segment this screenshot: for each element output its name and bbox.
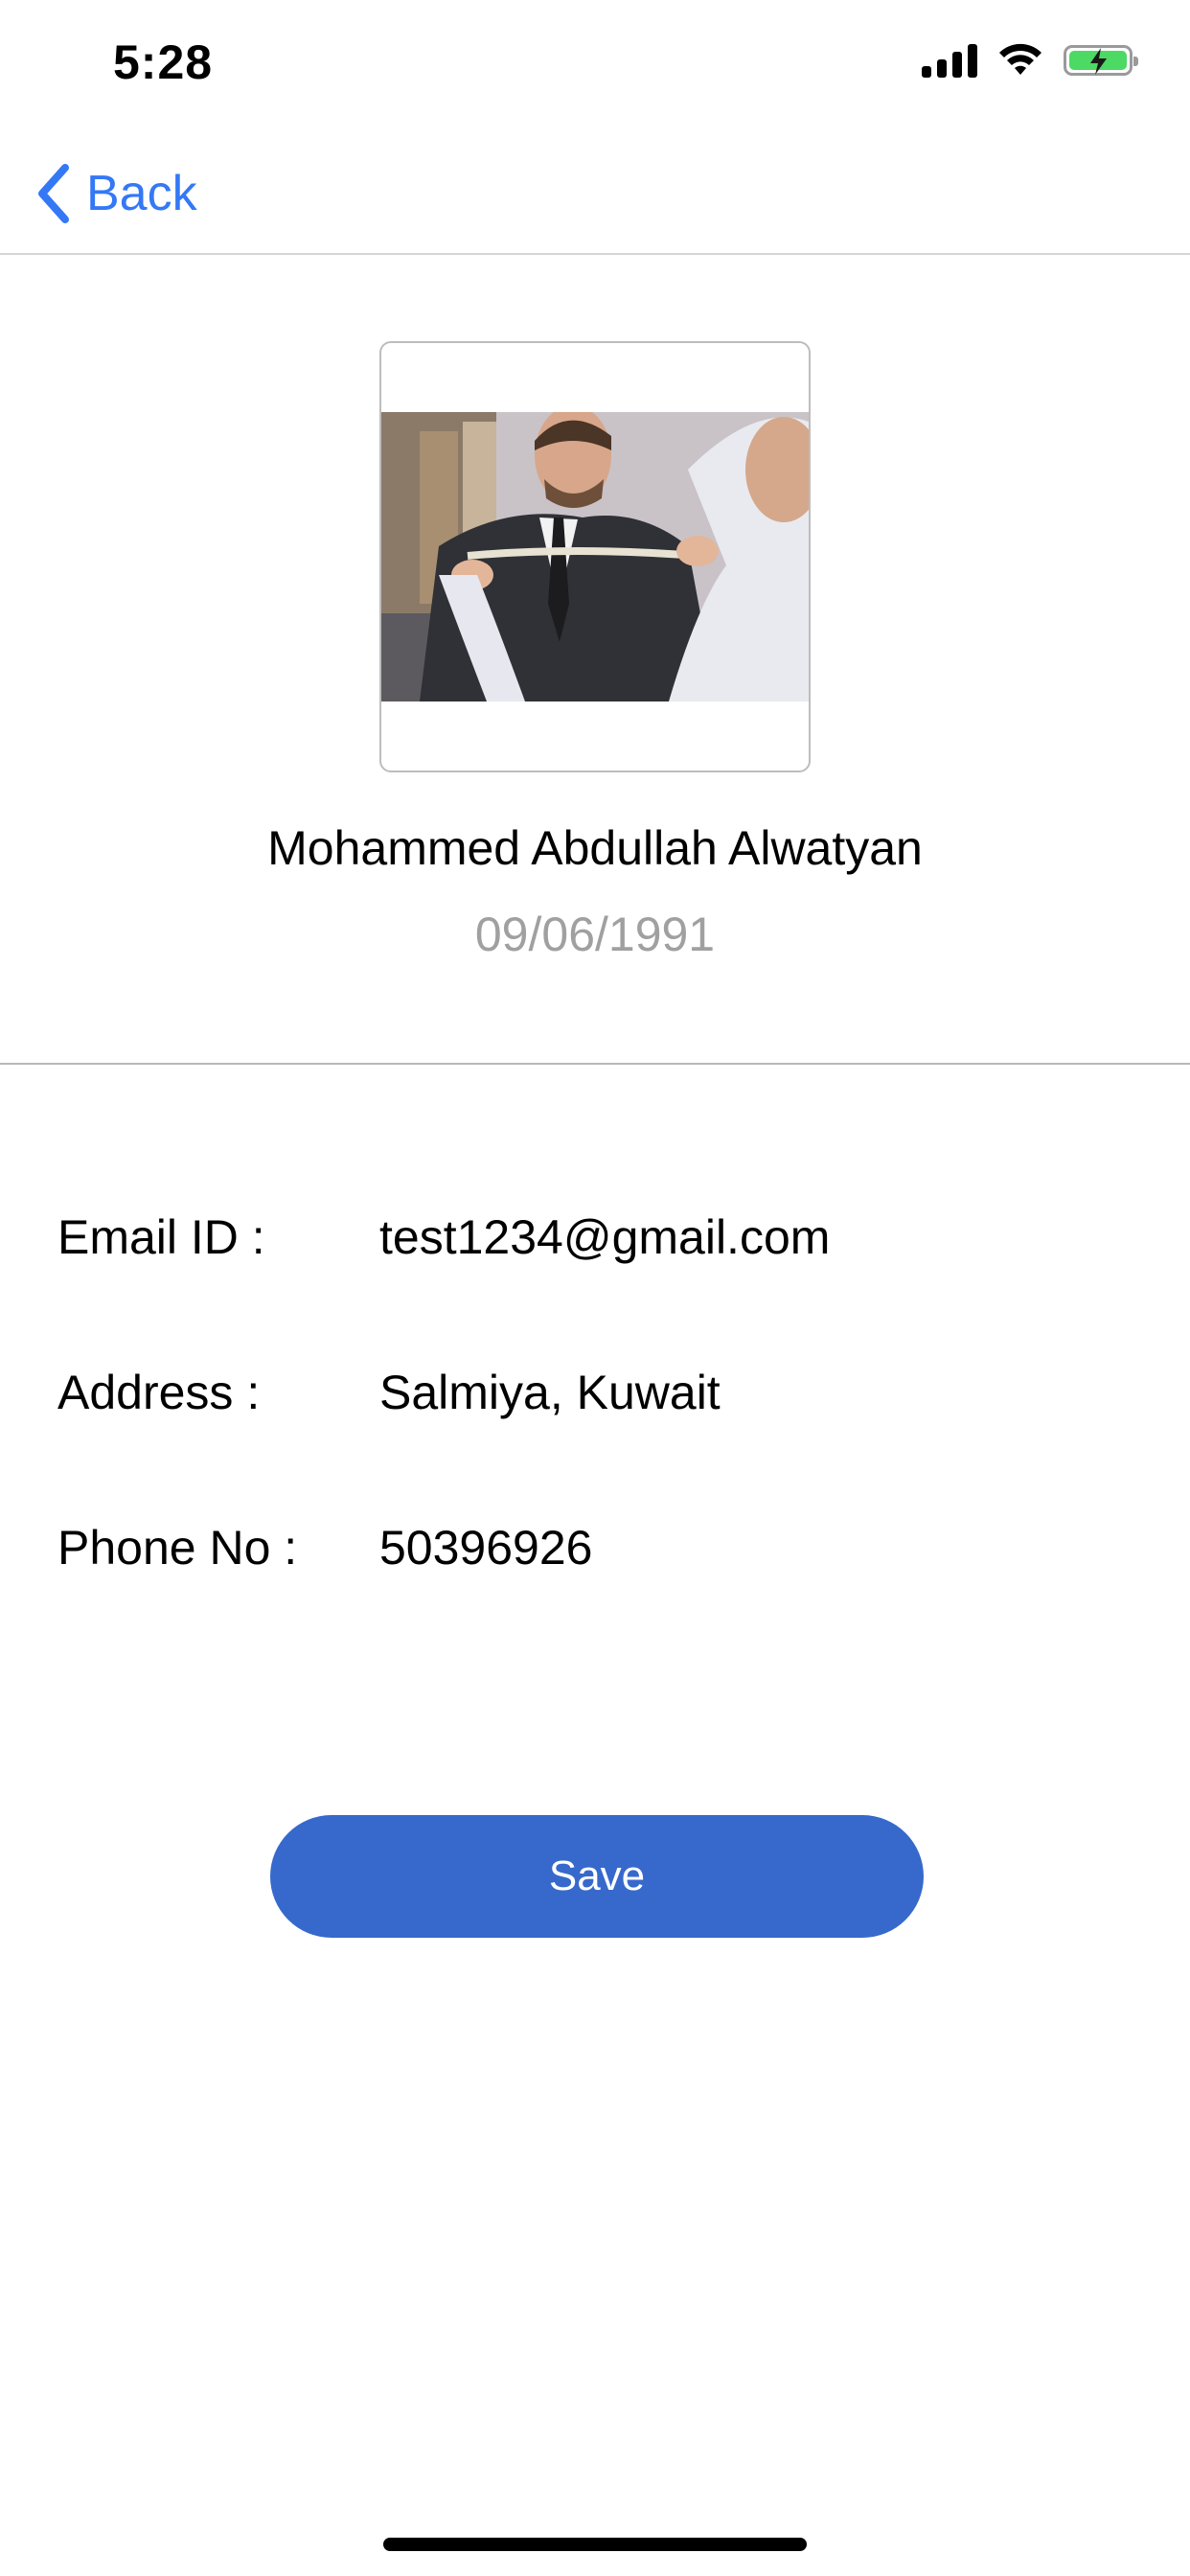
phone-row: Phone No : 50396926 bbox=[57, 1520, 1131, 1587]
address-value: Salmiya, Kuwait bbox=[379, 1366, 721, 1419]
status-icons bbox=[922, 42, 1138, 79]
battery-charging-icon bbox=[1064, 45, 1138, 76]
navigation-bar: Back bbox=[0, 134, 1190, 255]
profile-date-of-birth: 09/06/1991 bbox=[474, 908, 716, 961]
cellular-signal-icon bbox=[922, 43, 977, 78]
profile-photo-frame[interactable] bbox=[379, 341, 811, 772]
email-row: Email ID : test1234@gmail.com bbox=[57, 1209, 1131, 1276]
save-button[interactable]: Save bbox=[270, 1815, 924, 1938]
phone-value: 50396926 bbox=[379, 1521, 593, 1575]
home-indicator bbox=[383, 2538, 807, 2551]
back-button[interactable]: Back bbox=[34, 157, 197, 230]
status-time: 5:28 bbox=[113, 35, 214, 89]
back-label: Back bbox=[86, 166, 197, 221]
phone-label: Phone No : bbox=[57, 1521, 298, 1575]
status-bar: 5:28 bbox=[0, 0, 1190, 134]
email-value: test1234@gmail.com bbox=[379, 1210, 831, 1264]
address-label: Address : bbox=[57, 1366, 261, 1419]
wifi-icon bbox=[999, 43, 1041, 75]
chevron-left-icon bbox=[38, 164, 69, 223]
profile-name: Mohammed Abdullah Alwatyan bbox=[267, 821, 923, 875]
email-label: Email ID : bbox=[57, 1210, 265, 1264]
section-divider bbox=[0, 1063, 1190, 1065]
profile-photo bbox=[381, 412, 809, 702]
address-row: Address : Salmiya, Kuwait bbox=[57, 1365, 1131, 1432]
